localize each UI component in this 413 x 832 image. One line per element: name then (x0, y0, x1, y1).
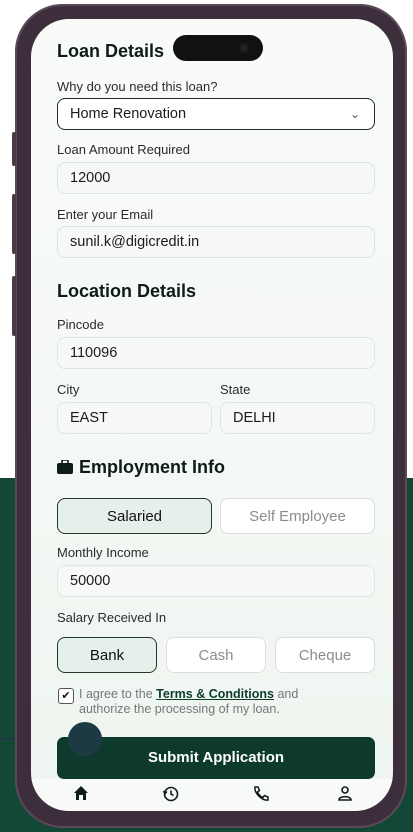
employment-title-text: Employment Info (79, 457, 226, 477)
purpose-select[interactable]: Home Renovation ⌄ (57, 98, 375, 130)
terms-link[interactable]: Terms & Conditions (156, 687, 274, 701)
city-input[interactable]: EAST (57, 402, 212, 434)
phone-icon[interactable] (252, 785, 276, 805)
employment-title: Employment Info (57, 457, 225, 479)
employment-option-self-employee[interactable]: Self Employee (220, 498, 375, 534)
pointer-dot (68, 722, 102, 756)
pincode-label: Pincode (57, 317, 104, 332)
income-input[interactable]: 50000 (57, 565, 375, 597)
agree-checkbox[interactable]: ✔ (58, 688, 74, 704)
email-input[interactable]: sunil.k@digicredit.in (57, 226, 375, 258)
purpose-label: Why do you need this loan? (57, 79, 218, 94)
submit-button[interactable]: Submit Application (57, 737, 375, 779)
salary-option-cheque[interactable]: Cheque (275, 637, 375, 673)
income-label: Monthly Income (57, 545, 149, 560)
agree-line2: authorize the processing of my loan. (79, 702, 280, 716)
purpose-value: Home Renovation (70, 106, 187, 122)
dynamic-island (173, 35, 263, 61)
city-label: City (57, 382, 80, 397)
chevron-down-icon: ⌄ (349, 107, 360, 121)
phone-side-button (12, 276, 16, 336)
employment-option-salaried[interactable]: Salaried (57, 498, 212, 534)
state-input[interactable]: DELHI (220, 402, 375, 434)
agree-text: I agree to the Terms & Conditions and au… (79, 687, 298, 717)
agree-prefix: I agree to the (79, 687, 153, 701)
state-label: State (220, 382, 251, 397)
history-icon[interactable] (162, 785, 186, 805)
phone-screen: Loan Details Why do you need this loan? … (31, 19, 393, 811)
phone-side-button (12, 132, 16, 166)
phone-side-button (12, 194, 16, 254)
bottom-tab-bar (31, 779, 393, 811)
briefcase-icon (57, 458, 73, 479)
pincode-input[interactable]: 110096 (57, 337, 375, 369)
salary-option-cash[interactable]: Cash (166, 637, 266, 673)
email-label: Enter your Email (57, 207, 154, 222)
amount-input[interactable]: 12000 (57, 162, 375, 194)
loan-details-title: Loan Details (57, 41, 165, 61)
home-icon[interactable] (73, 785, 97, 805)
amount-label: Loan Amount Required (57, 142, 190, 157)
salary-option-bank[interactable]: Bank (57, 637, 157, 673)
location-details-title: Location Details (57, 281, 197, 301)
profile-icon[interactable] (337, 785, 361, 805)
salary-label: Salary Received In (57, 610, 167, 625)
agree-suffix: and (277, 687, 299, 701)
camera-icon (239, 43, 249, 53)
